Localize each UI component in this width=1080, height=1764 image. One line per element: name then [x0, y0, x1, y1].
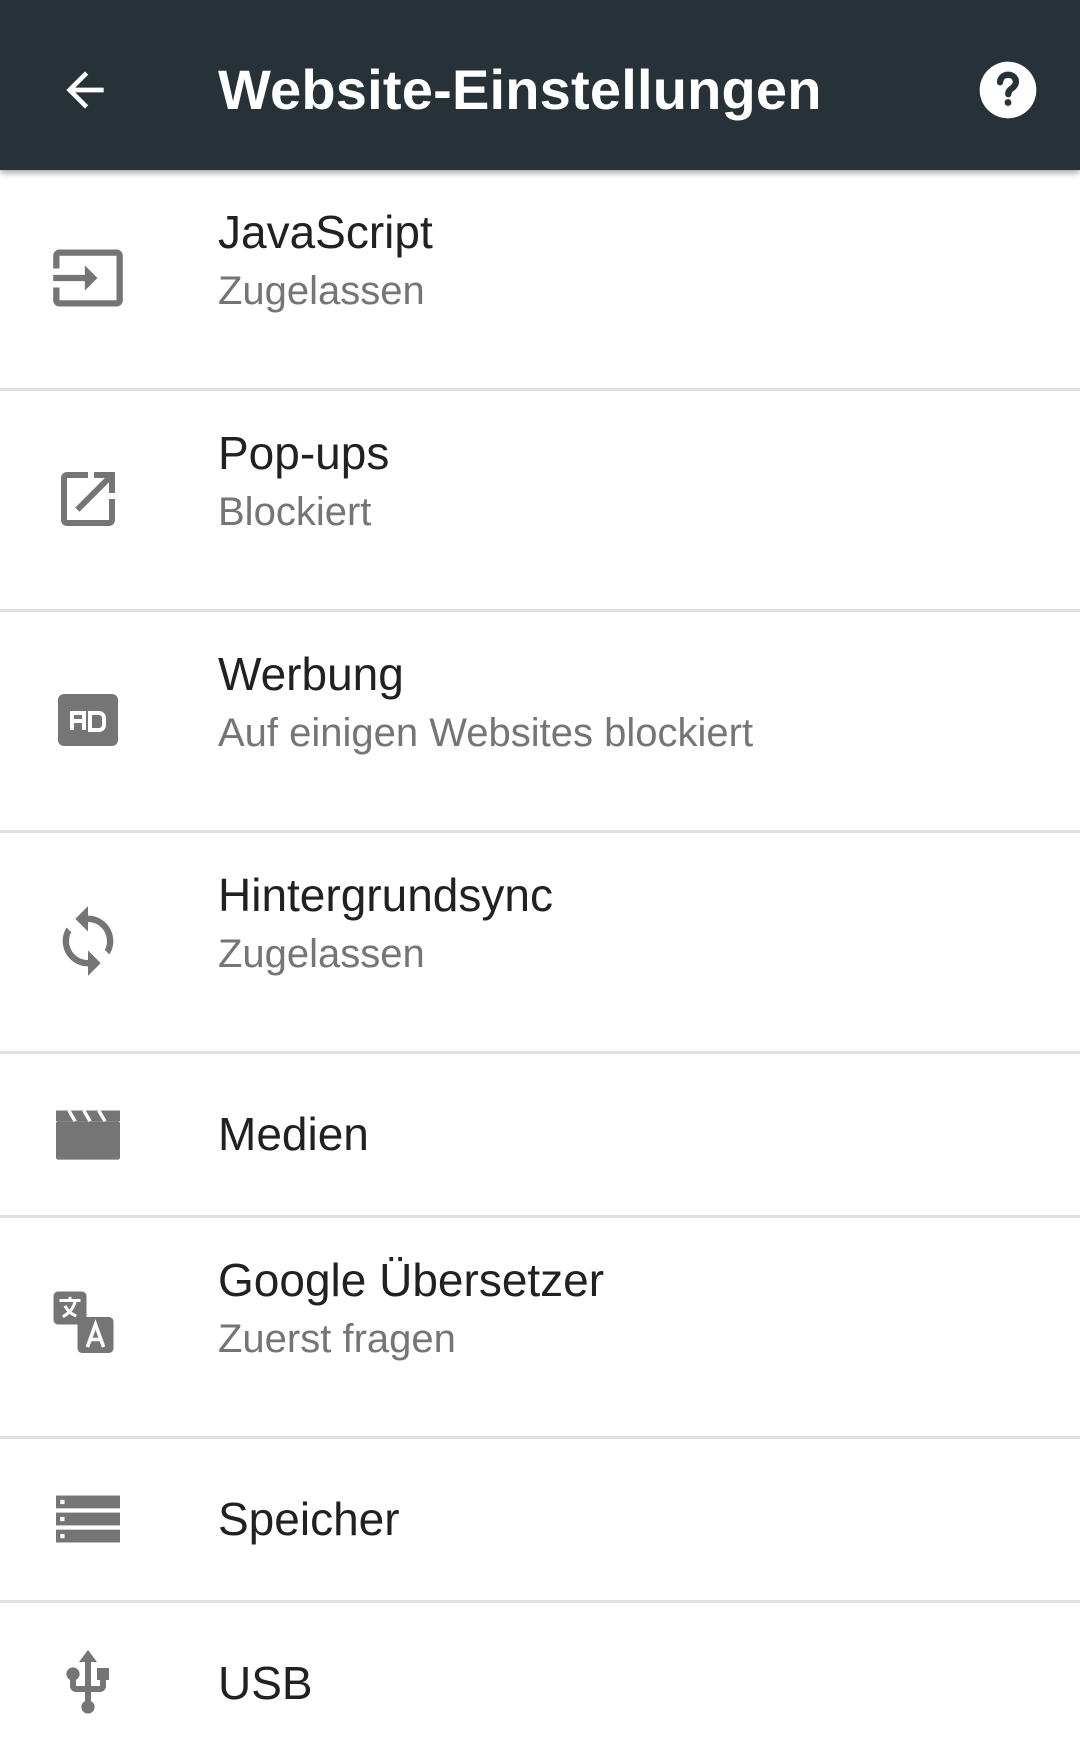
sync-icon [50, 903, 126, 979]
setting-status: Zugelassen [218, 269, 425, 313]
back-button[interactable] [40, 45, 130, 135]
ad-icon [50, 682, 126, 758]
usb-icon [50, 1645, 126, 1721]
translate-icon [50, 1288, 126, 1364]
javascript-icon [50, 240, 126, 316]
setting-status: Auf einigen Websites blockiert [218, 711, 754, 755]
setting-item-media[interactable]: Medien [0, 1054, 1080, 1218]
setting-item-usb[interactable]: USB [0, 1603, 1080, 1764]
help-button[interactable] [963, 45, 1053, 135]
setting-item-javascript[interactable]: JavaScript Zugelassen [0, 170, 1080, 391]
setting-item-storage[interactable]: Speicher [0, 1439, 1080, 1603]
setting-item-popups[interactable]: Pop-ups Blockiert [0, 391, 1080, 612]
setting-item-translate[interactable]: Google Übersetzer Zuerst fragen [0, 1218, 1080, 1439]
setting-label: JavaScript [218, 206, 433, 258]
setting-label: Werbung [218, 648, 404, 700]
setting-label: USB [218, 1657, 313, 1709]
clapperboard-icon [50, 1096, 126, 1172]
setting-label: Google Übersetzer [218, 1254, 605, 1306]
help-icon [979, 61, 1037, 119]
storage-icon [50, 1481, 126, 1557]
setting-label: Pop-ups [218, 427, 390, 479]
setting-item-background-sync[interactable]: Hintergrundsync Zugelassen [0, 833, 1080, 1054]
setting-status: Blockiert [218, 490, 372, 534]
settings-list: JavaScript Zugelassen Pop-ups Blockiert … [0, 170, 1080, 1764]
open-in-new-icon [50, 461, 126, 537]
setting-status: Zuerst fragen [218, 1317, 456, 1361]
setting-item-ads[interactable]: Werbung Auf einigen Websites blockiert [0, 612, 1080, 833]
page-title: Website-Einstellungen [218, 58, 822, 121]
arrow-back-icon [66, 71, 104, 109]
setting-label: Hintergrundsync [218, 869, 553, 921]
setting-label: Medien [218, 1108, 369, 1160]
app-bar: Website-Einstellungen [0, 0, 1080, 170]
setting-status: Zugelassen [218, 932, 425, 976]
setting-label: Speicher [218, 1493, 400, 1545]
